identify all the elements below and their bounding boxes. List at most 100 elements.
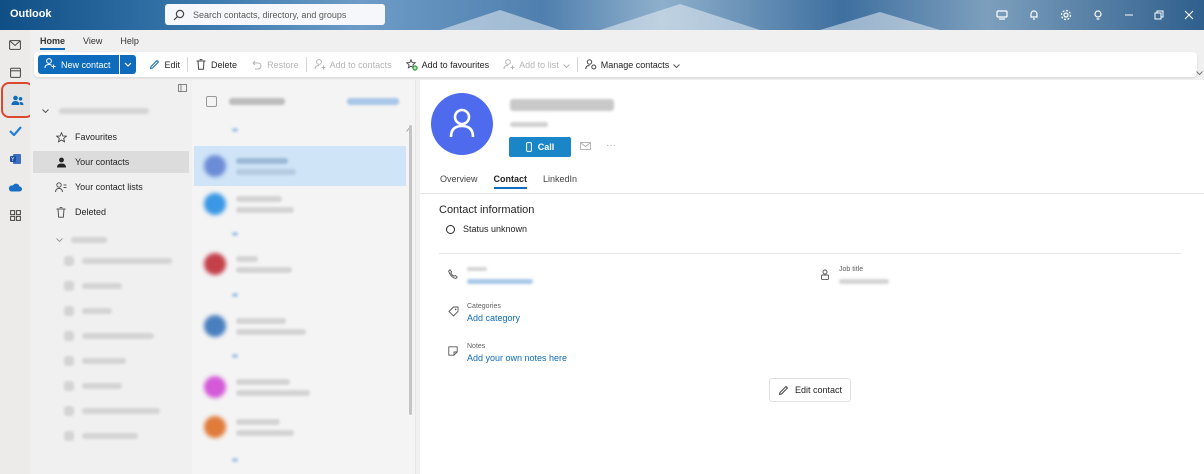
call-button[interactable]: Call	[509, 137, 571, 157]
person-icon	[449, 108, 475, 141]
email-icon[interactable]	[580, 142, 591, 153]
viva-engage-icon[interactable]: Y	[0, 146, 30, 172]
redacted-folder-icon	[64, 356, 74, 366]
job-title-label: Job title	[839, 266, 864, 273]
new-contact-label: New contact	[61, 59, 111, 70]
tab-overview[interactable]: Overview	[440, 174, 478, 189]
ribbon-tabs: Home View Help	[30, 30, 1204, 50]
directory-group-row[interactable]	[56, 234, 107, 245]
add-person-icon	[314, 59, 326, 71]
folder-your-contact-lists[interactable]: Your contact lists	[33, 176, 189, 198]
redacted-group-name	[71, 236, 107, 243]
more-options-icon[interactable]: ···	[606, 140, 616, 151]
redacted-letter-divider	[232, 354, 238, 358]
folder-favourites[interactable]: Favourites	[33, 126, 189, 148]
new-contact-button[interactable]: New contact	[38, 55, 119, 74]
folder-your-contacts[interactable]: Your contacts	[33, 151, 189, 173]
new-contact-dropdown[interactable]	[119, 55, 136, 74]
redacted-phone-number[interactable]	[467, 279, 533, 284]
redacted-folder-name	[82, 258, 172, 264]
title-bar: Outlook Search contacts, directory, and …	[0, 0, 1204, 30]
add-person-icon	[503, 59, 515, 71]
folder-label: Favourites	[75, 132, 118, 142]
redacted-folder-icon	[64, 406, 74, 416]
tab-view[interactable]: View	[83, 36, 102, 50]
redacted-avatar	[204, 315, 226, 337]
notifications-icon[interactable]	[1018, 0, 1050, 30]
pencil-icon	[149, 59, 161, 71]
directory-item[interactable]	[64, 356, 126, 366]
add-to-list-button[interactable]: Add to list	[496, 52, 577, 77]
ribbon-expand-chevron-icon[interactable]	[1196, 68, 1203, 79]
profile-tabs: Overview Contact LinkedIn	[440, 174, 593, 189]
redacted-contact-detail	[236, 328, 306, 335]
list-item[interactable]	[194, 367, 406, 407]
person-icon	[55, 156, 67, 168]
add-category-link[interactable]: Add category	[467, 313, 520, 323]
ribbon-toolbar: New contact Edit Delete Restore Add to c…	[34, 52, 1197, 77]
mail-icon[interactable]	[0, 32, 30, 58]
tab-help[interactable]: Help	[120, 36, 139, 50]
redacted-folder-icon	[64, 381, 74, 391]
collapse-pane-icon[interactable]	[178, 84, 187, 95]
restore-window-icon[interactable]	[1144, 0, 1174, 30]
redacted-contact-subtitle	[510, 122, 548, 127]
new-contact-split-button: New contact	[38, 55, 136, 74]
call-label: Call	[537, 142, 555, 152]
settings-gear-icon[interactable]	[1050, 0, 1082, 30]
apps-grid-icon[interactable]	[0, 202, 30, 228]
onedrive-cloud-icon[interactable]	[0, 174, 30, 200]
directory-item[interactable]	[64, 406, 160, 416]
add-to-favourites-button[interactable]: Add to favourites	[399, 52, 497, 77]
list-item[interactable]	[194, 244, 406, 284]
directory-item[interactable]	[64, 431, 138, 441]
redacted-folder-name	[82, 283, 122, 289]
directory-item[interactable]	[64, 281, 122, 291]
manage-contacts-button[interactable]: Manage contacts	[578, 52, 688, 77]
close-icon[interactable]	[1174, 0, 1204, 30]
redacted-contact-detail	[236, 168, 296, 175]
delete-button[interactable]: Delete	[188, 52, 244, 77]
redacted-contact-name	[236, 157, 288, 164]
chevron-down-icon	[56, 234, 63, 245]
redacted-folder-name	[82, 383, 122, 389]
phone-icon	[447, 268, 459, 280]
tips-lightbulb-icon[interactable]	[1082, 0, 1114, 30]
todo-check-icon[interactable]	[0, 118, 30, 144]
select-all-checkbox[interactable]	[206, 95, 217, 107]
directory-item[interactable]	[64, 381, 122, 391]
edit-contact-button[interactable]: Edit contact	[769, 378, 851, 402]
add-to-contacts-button[interactable]: Add to contacts	[307, 52, 399, 77]
tab-linkedin[interactable]: LinkedIn	[543, 174, 577, 189]
contact-list-pane	[192, 80, 416, 474]
directory-item[interactable]	[64, 306, 112, 316]
list-item[interactable]	[194, 407, 406, 447]
add-person-icon	[44, 58, 56, 71]
redacted-sort-control[interactable]	[347, 97, 399, 105]
tab-home[interactable]: Home	[40, 36, 66, 50]
redacted-folder-icon	[64, 331, 74, 341]
tab-contact[interactable]: Contact	[493, 174, 528, 189]
directory-item[interactable]	[64, 331, 154, 341]
status-text: Status unknown	[463, 224, 528, 234]
search-box[interactable]: Search contacts, directory, and groups	[165, 4, 385, 25]
meet-now-icon[interactable]	[986, 0, 1018, 30]
notes-field: Notes Add your own notes here	[447, 343, 647, 367]
list-item[interactable]	[194, 146, 406, 186]
folder-deleted[interactable]: Deleted	[33, 201, 189, 223]
redacted-contact-name	[510, 99, 614, 111]
list-scrollbar[interactable]	[409, 125, 412, 415]
list-item[interactable]	[194, 306, 406, 346]
redacted-contact-detail	[236, 206, 294, 213]
undo-arrow-icon	[251, 59, 263, 71]
list-item[interactable]	[194, 184, 406, 224]
folder-label: Your contact lists	[75, 182, 143, 192]
add-notes-link[interactable]: Add your own notes here	[467, 353, 567, 363]
contact-avatar	[431, 93, 493, 155]
edit-button[interactable]: Edit	[142, 52, 188, 77]
minimize-icon[interactable]	[1114, 0, 1144, 30]
restore-button[interactable]: Restore	[244, 52, 306, 77]
people-list-icon	[55, 181, 67, 193]
directory-item[interactable]	[64, 256, 172, 266]
account-row[interactable]	[42, 105, 149, 116]
